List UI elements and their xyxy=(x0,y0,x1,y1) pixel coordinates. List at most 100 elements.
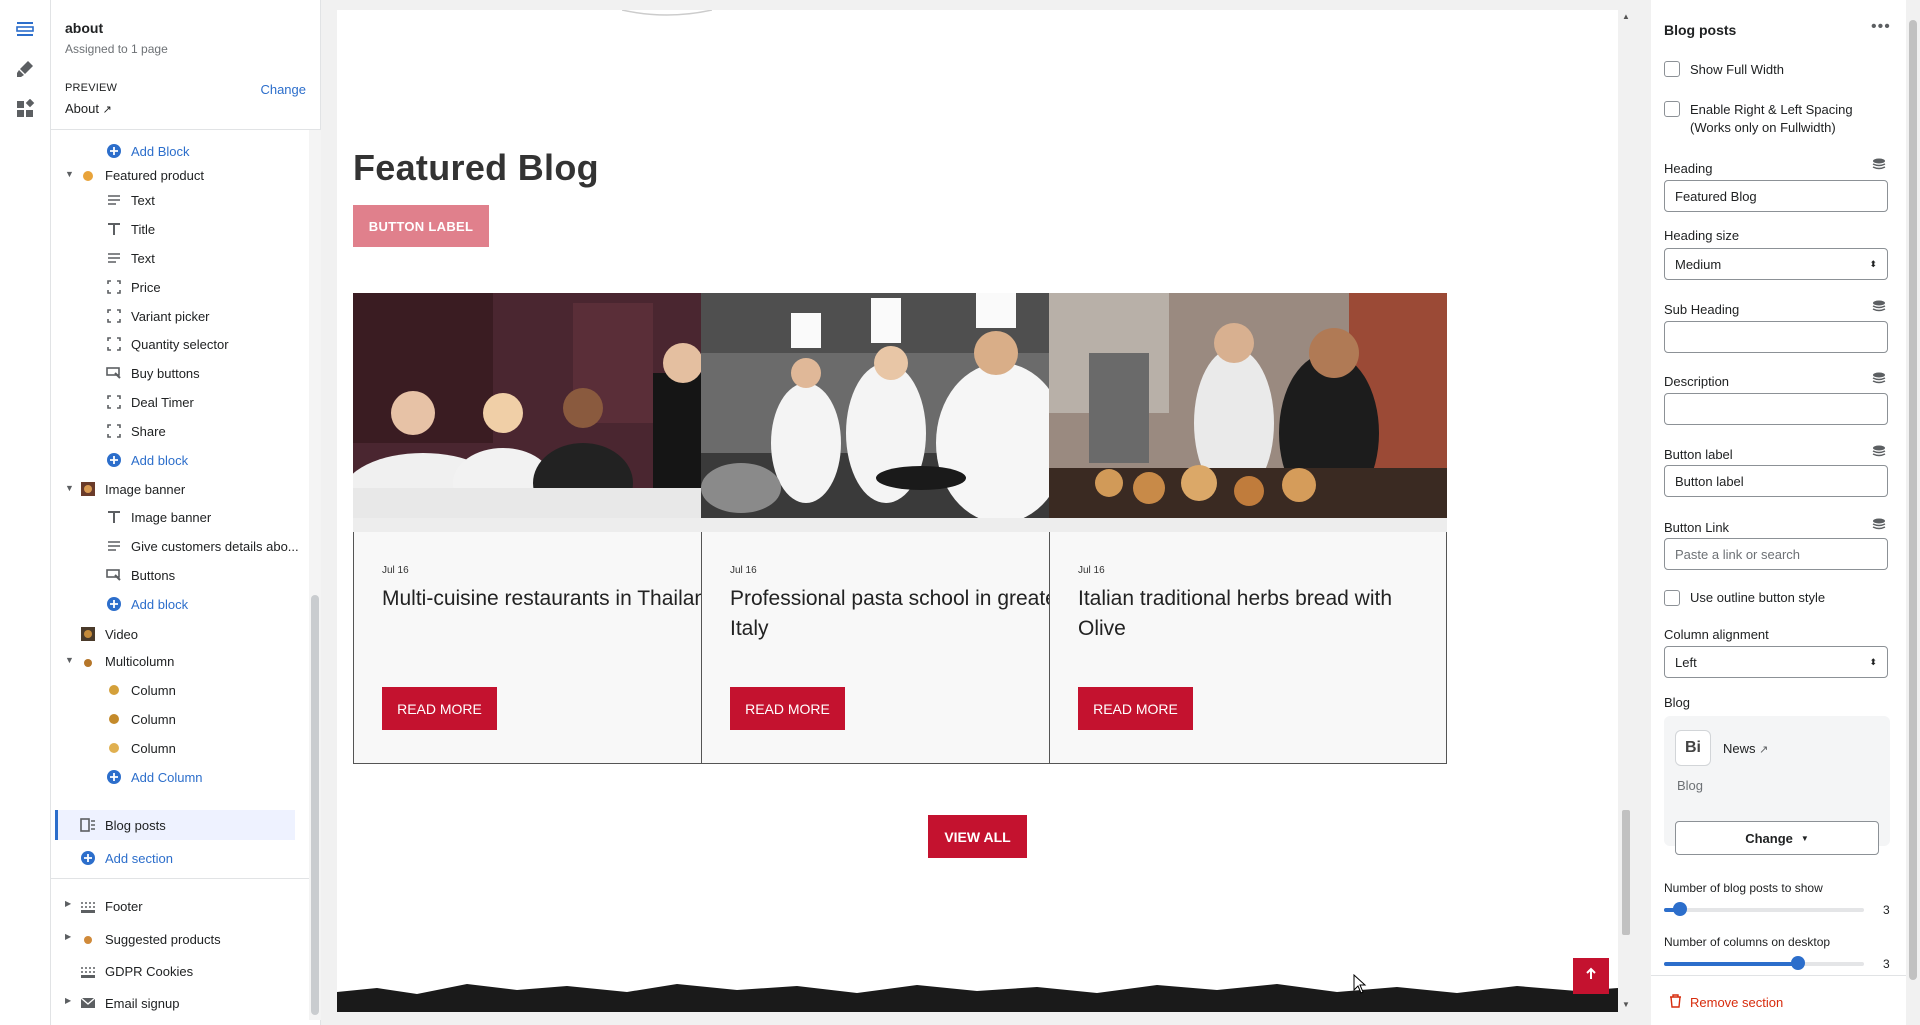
caret-down-icon[interactable]: ▼ xyxy=(65,169,75,179)
preview-scroll-thumb[interactable] xyxy=(1622,810,1630,935)
change-preview-link[interactable]: Change xyxy=(260,82,306,97)
section-email-signup[interactable]: Email signup xyxy=(79,990,179,1016)
dynamic-source-icon[interactable] xyxy=(1872,445,1886,459)
block-buy-buttons[interactable]: Buy buttons xyxy=(105,360,200,386)
button-label-input[interactable]: Button label xyxy=(1664,465,1888,497)
add-section[interactable]: Add section xyxy=(79,845,173,871)
blog-image-chefs[interactable] xyxy=(701,293,1099,518)
template-title: about xyxy=(65,20,104,36)
heading-input[interactable]: Featured Blog xyxy=(1664,180,1888,212)
add-column[interactable]: Add Column xyxy=(105,764,203,790)
blog-card[interactable]: Jul 16 Professional pasta school in grea… xyxy=(701,293,1099,764)
brush-icon[interactable] xyxy=(13,57,37,81)
item-label: Featured product xyxy=(105,167,205,183)
add-block-featured-2[interactable]: Add block xyxy=(105,447,188,473)
post-title[interactable]: Professional pasta school in greater Ita… xyxy=(730,584,1070,644)
caret-down-icon[interactable]: ▼ xyxy=(65,483,75,493)
section-blog-posts[interactable]: Blog posts xyxy=(79,812,166,838)
preview-scrollbar[interactable]: ▲ ▼ xyxy=(1618,10,1634,1012)
sections-icon[interactable] xyxy=(13,17,37,41)
block-column[interactable]: Column xyxy=(105,706,176,732)
blog-card[interactable]: Jul 16 Multi-cuisine restaurants in Thai… xyxy=(353,293,751,764)
dynamic-source-icon[interactable] xyxy=(1872,518,1886,532)
section-video[interactable]: Video xyxy=(79,621,138,647)
section-suggested-products[interactable]: Suggested products xyxy=(79,926,221,952)
slider-knob[interactable] xyxy=(1673,902,1687,916)
button-link-input[interactable]: Paste a link or search xyxy=(1664,538,1888,570)
heading-label: Heading xyxy=(1664,161,1713,176)
read-more-button[interactable]: READ MORE xyxy=(1078,687,1193,730)
caret-right-icon[interactable]: ▶ xyxy=(65,932,75,942)
column-alignment-select[interactable]: Left ⬍ xyxy=(1664,646,1888,678)
dynamic-source-icon[interactable] xyxy=(1872,372,1886,386)
block-banner-text[interactable]: Give customers details abo... xyxy=(105,533,299,559)
change-blog-button[interactable]: Change ▼ xyxy=(1675,821,1879,855)
preview-button-label[interactable]: BUTTON LABEL xyxy=(353,205,489,247)
posts-to-show-slider[interactable] xyxy=(1664,901,1864,917)
blog-image-restaurant[interactable] xyxy=(353,293,751,518)
block-column[interactable]: Column xyxy=(105,677,176,703)
block-image-banner-title[interactable]: Image banner xyxy=(105,504,211,530)
section-gdpr-cookies[interactable]: GDPR Cookies xyxy=(79,958,193,984)
columns-desktop-slider[interactable] xyxy=(1664,955,1864,971)
outline-button-checkbox[interactable] xyxy=(1664,590,1680,606)
apps-icon[interactable] xyxy=(13,97,37,121)
caret-right-icon[interactable]: ▶ xyxy=(65,996,75,1006)
column-alignment-label: Column alignment xyxy=(1664,627,1769,642)
remove-section-button[interactable]: Remove section xyxy=(1669,994,1783,1011)
footer-icon xyxy=(79,897,97,915)
settings-scroll-thumb[interactable] xyxy=(1909,20,1917,980)
blog-name[interactable]: News ↗ xyxy=(1723,741,1768,756)
heading-size-select[interactable]: Medium ⬍ xyxy=(1664,248,1888,280)
show-full-width-checkbox[interactable] xyxy=(1664,61,1680,77)
scroll-up-arrow-icon[interactable]: ▲ xyxy=(1622,12,1630,21)
preview-canvas: Featured Blog BUTTON LABEL Jul 16 Multi-… xyxy=(337,10,1618,1012)
section-thumb-icon xyxy=(79,930,97,948)
block-price[interactable]: Price xyxy=(105,274,161,300)
section-footer[interactable]: Footer xyxy=(79,893,143,919)
block-deal-timer[interactable]: Deal Timer xyxy=(105,389,194,415)
sidebar-scrollbar[interactable] xyxy=(309,130,321,1020)
settings-scrollbar[interactable] xyxy=(1906,0,1920,1025)
scroll-to-top-button[interactable] xyxy=(1573,958,1609,994)
block-title[interactable]: Title xyxy=(105,216,155,242)
dynamic-source-icon[interactable] xyxy=(1872,300,1886,314)
read-more-button[interactable]: READ MORE xyxy=(730,687,845,730)
post-title[interactable]: Italian traditional herbs bread with Oli… xyxy=(1078,584,1418,644)
block-variant-picker[interactable]: Variant picker xyxy=(105,303,210,329)
blog-card[interactable]: Jul 16 Italian traditional herbs bread w… xyxy=(1049,293,1447,764)
add-block-banner[interactable]: Add block xyxy=(105,591,188,617)
sub-heading-input[interactable] xyxy=(1664,321,1888,353)
post-date: Jul 16 xyxy=(382,565,409,576)
card-gap xyxy=(353,518,751,532)
block-text[interactable]: Text xyxy=(105,245,155,271)
section-thumb-icon xyxy=(79,166,97,184)
block-banner-buttons[interactable]: Buttons xyxy=(105,562,175,588)
spacing-checkbox[interactable] xyxy=(1664,101,1680,117)
item-label: Add section xyxy=(105,850,173,866)
block-quantity-selector[interactable]: Quantity selector xyxy=(105,331,229,357)
scroll-down-arrow-icon[interactable]: ▼ xyxy=(1622,1000,1630,1009)
post-title[interactable]: Multi-cuisine restaurants in Thailand xyxy=(382,584,722,614)
blog-image-bakery[interactable] xyxy=(1049,293,1447,518)
description-input[interactable] xyxy=(1664,393,1888,425)
add-block-featured[interactable]: Add Block xyxy=(105,138,190,164)
slider-knob[interactable] xyxy=(1791,956,1805,970)
section-tree: Add Block ▼ Featured product Text Title … xyxy=(51,130,305,875)
section-image-banner[interactable]: Image banner xyxy=(79,476,185,502)
block-share[interactable]: Share xyxy=(105,418,166,444)
section-featured-product[interactable]: Featured product xyxy=(79,162,204,188)
read-more-button[interactable]: READ MORE xyxy=(382,687,497,730)
view-all-button[interactable]: VIEW ALL xyxy=(928,815,1027,858)
caret-down-icon[interactable]: ▼ xyxy=(65,655,75,665)
sidebar-scroll-thumb[interactable] xyxy=(311,595,319,1015)
section-multicolumn[interactable]: Multicolumn xyxy=(79,648,174,674)
preview-page[interactable]: About ↗ xyxy=(65,101,112,116)
block-text[interactable]: Text xyxy=(105,187,155,213)
template-header: about Assigned to 1 page PREVIEW Change … xyxy=(51,0,320,130)
more-options-icon[interactable]: ••• xyxy=(1871,18,1891,36)
dynamic-source-icon[interactable] xyxy=(1872,158,1886,172)
block-column[interactable]: Column xyxy=(105,735,176,761)
plus-circle-icon xyxy=(79,849,97,867)
caret-right-icon[interactable]: ▶ xyxy=(65,899,75,909)
